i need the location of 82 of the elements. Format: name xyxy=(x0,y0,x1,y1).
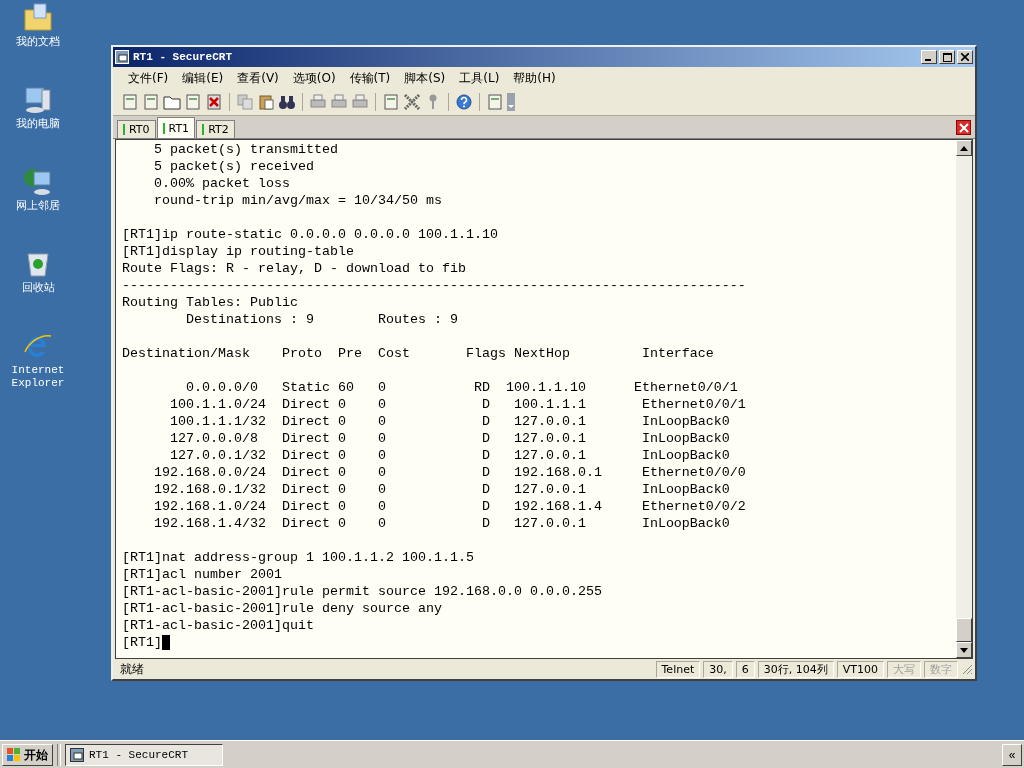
network-globe-icon[interactable] xyxy=(22,166,54,198)
terminal-line: 192.168.0.0/24 Direct 0 0 D 192.168.0.1 Ethernet0/0/0 xyxy=(153,464,746,481)
window-title: RT1 - SecureCRT xyxy=(133,51,233,63)
document-icon[interactable] xyxy=(184,93,202,111)
terminal-window-icon xyxy=(115,50,129,64)
printer-icon[interactable] xyxy=(351,93,369,111)
toolbar-overflow-icon[interactable] xyxy=(507,93,515,111)
menu-item[interactable]: 传输(T) xyxy=(342,69,398,87)
menu-item[interactable]: 查看(V) xyxy=(230,69,286,87)
maximize-icon xyxy=(942,52,952,62)
status-field: 30行, 104列 xyxy=(757,660,834,678)
paste-icon[interactable] xyxy=(257,93,275,111)
status-field: VT100 xyxy=(836,660,884,678)
desktop-icon-label[interactable]: Internet Explorer xyxy=(8,364,68,390)
terminal-line: 127.0.0.1/32 Direct 0 0 D 127.0.0.1 InLoopBack0 xyxy=(169,447,730,464)
terminal-line: round-trip min/avg/max = 10/34/50 ms xyxy=(153,192,442,209)
terminal-line: 100.1.1.1/32 Direct 0 0 D 127.0.0.1 InLoopBack0 xyxy=(169,413,730,430)
folder-icon[interactable] xyxy=(163,93,181,111)
scroll-down-arrow-icon[interactable] xyxy=(960,647,968,653)
copy-icon[interactable] xyxy=(236,93,254,111)
resize-grip-icon[interactable] xyxy=(961,663,973,675)
scroll-up-arrow-icon[interactable] xyxy=(960,145,968,151)
terminal-line: 192.168.1.4/32 Direct 0 0 D 127.0.0.1 InLoopBack0 xyxy=(153,515,730,532)
desktop-icon-label[interactable]: 回收站 xyxy=(8,282,68,295)
menu-item[interactable]: 帮助(H) xyxy=(506,69,563,87)
terminal-line: [RT1-acl-basic-2001]rule permit source 192.168.0.0 0.0.0.255 xyxy=(122,583,602,600)
terminal-line: [RT1]acl number 2001 xyxy=(122,566,282,583)
computer-icon[interactable] xyxy=(22,84,54,116)
status-field: 数字 xyxy=(924,660,958,678)
tray-expand-button[interactable]: « xyxy=(1002,744,1022,766)
desktop-icon-label[interactable]: 网上邻居 xyxy=(8,200,68,213)
printer-icon[interactable] xyxy=(309,93,327,111)
menu-item[interactable]: 文件(F) xyxy=(121,69,176,87)
scrollbar-thumb[interactable] xyxy=(956,618,972,642)
status-field: 就绪 xyxy=(115,661,149,677)
folder-icon[interactable] xyxy=(22,2,54,34)
terminal-line: 5 packet(s) received xyxy=(153,158,314,175)
help-icon[interactable] xyxy=(455,93,473,111)
terminal-line: ------------------------------------------------------------------------------ xyxy=(122,277,746,294)
desktop-icon-label[interactable]: 我的电脑 xyxy=(8,118,68,131)
taskbar-window-button[interactable]: RT1 - SecureCRT xyxy=(65,744,223,766)
status-field: 6 xyxy=(735,660,755,678)
printer-icon[interactable] xyxy=(330,93,348,111)
windows-logo-icon xyxy=(7,748,21,762)
terminal-line: 5 packet(s) transmitted xyxy=(153,141,338,158)
close-session-icon[interactable] xyxy=(205,93,223,111)
status-field: Telnet xyxy=(655,660,701,678)
terminal-line: Destination/Mask Proto Pre Cost Flags NextHop Interface xyxy=(122,345,714,362)
menu-item[interactable]: 脚本(S) xyxy=(397,69,453,87)
terminal-line: Routing Tables: Public xyxy=(122,294,298,311)
menu-item[interactable]: 选项(O) xyxy=(285,69,343,87)
terminal-line: 192.168.0.1/32 Direct 0 0 D 127.0.0.1 InLoopBack0 xyxy=(153,481,730,498)
start-button[interactable]: 开始 xyxy=(2,744,53,766)
session-tab[interactable]: RT1 xyxy=(156,117,196,138)
terminal-line: [RT1]ip route-static 0.0.0.0 0.0.0.0 100.1.1.10 xyxy=(122,226,498,243)
terminal-line: 127.0.0.0/8 Direct 0 0 D 127.0.0.1 InLoopBack0 xyxy=(169,430,730,447)
terminal-line: [RT1-acl-basic-2001]quit xyxy=(122,617,314,634)
close-icon xyxy=(961,53,969,61)
terminal-window-icon xyxy=(70,748,84,762)
menu-item[interactable]: 工具(L) xyxy=(452,69,507,87)
minimize-button[interactable] xyxy=(921,50,937,64)
status-field: 大写 xyxy=(887,660,921,678)
terminal-line: [RT1]display ip routing-table xyxy=(122,243,354,260)
binoculars-icon[interactable] xyxy=(278,93,296,111)
terminal-line: 192.168.1.0/24 Direct 0 0 D 192.168.1.4 Ethernet0/0/2 xyxy=(153,498,746,515)
session-tab[interactable]: RT0 xyxy=(117,120,156,138)
menu-item[interactable]: 编辑(E) xyxy=(175,69,231,87)
terminal-line: 0.0.0.0/0 Static 60 0 RD 100.1.1.10 Ethernet0/0/1 xyxy=(185,379,738,396)
status-field: 30, xyxy=(703,660,733,678)
desktop-icon-label[interactable]: 我的文档 xyxy=(8,36,68,49)
terminal-line: [RT1]nat address-group 1 100.1.1.2 100.1.1.5 xyxy=(122,549,474,566)
terminal-line: Destinations : 9 Routes : 9 xyxy=(185,311,458,328)
terminal-line: [RT1-acl-basic-2001]rule deny source any xyxy=(122,600,442,617)
terminal-prompt: [RT1] xyxy=(122,634,162,651)
maximize-button[interactable] xyxy=(939,50,955,64)
terminal-line: 0.00% packet loss xyxy=(153,175,290,192)
vertical-scrollbar[interactable] xyxy=(956,140,972,658)
close-button[interactable] xyxy=(957,50,973,64)
close-tab-button[interactable] xyxy=(956,120,971,135)
terminal-line: 100.1.1.0/24 Direct 0 0 D 100.1.1.1 Ethernet0/0/1 xyxy=(169,396,746,413)
session-tab[interactable]: RT2 xyxy=(196,120,235,138)
terminal-line: Route Flags: R - relay, D - download to fib xyxy=(122,260,466,277)
